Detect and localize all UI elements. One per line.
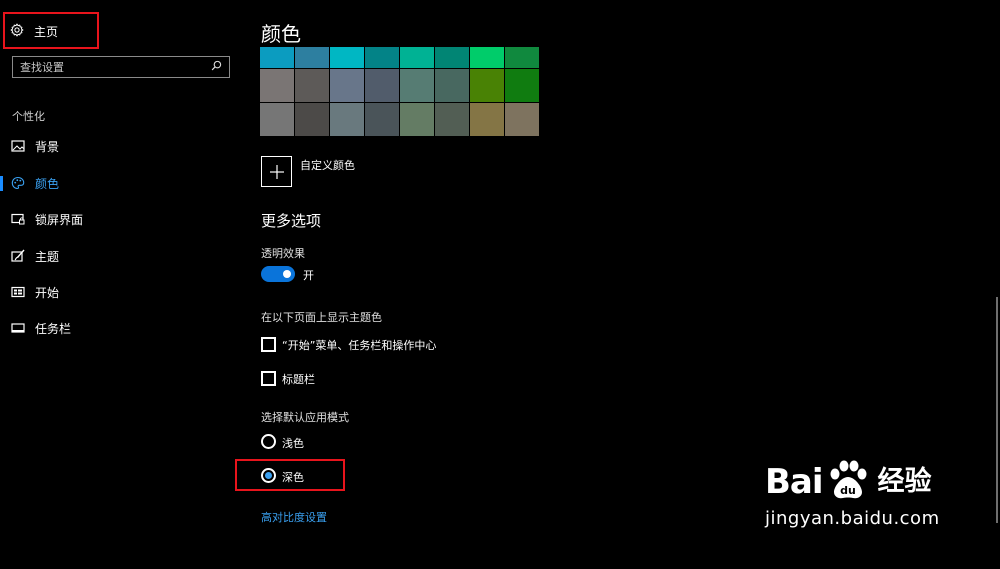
accent-surfaces-label: 在以下页面上显示主题色 — [261, 311, 382, 324]
color-swatch[interactable] — [330, 69, 364, 102]
plus-icon — [261, 156, 292, 187]
scrollbar[interactable] — [996, 297, 998, 523]
dark-mode-radio[interactable] — [261, 468, 276, 483]
toggle-knob — [283, 270, 291, 278]
start-icon — [11, 285, 25, 299]
transparency-toggle[interactable] — [261, 266, 295, 282]
sidebar-item-label: 任务栏 — [35, 321, 72, 336]
sidebar-item-colors[interactable]: 颜色 — [0, 172, 240, 194]
color-swatch[interactable] — [470, 103, 504, 136]
watermark-brand-left: Bai — [765, 462, 824, 502]
color-swatch[interactable] — [365, 69, 399, 102]
app-mode-label: 选择默认应用模式 — [261, 411, 349, 424]
palette-icon — [11, 176, 25, 190]
sidebar-item-label: 颜色 — [35, 176, 60, 191]
home-label: 主页 — [34, 24, 59, 39]
color-swatch[interactable] — [505, 69, 539, 102]
paw-logo-icon: du — [825, 458, 871, 502]
color-swatch[interactable] — [400, 103, 434, 136]
custom-color-button[interactable]: 自定义颜色 — [261, 156, 355, 187]
transparency-label: 透明效果 — [261, 247, 305, 260]
color-swatch[interactable] — [400, 69, 434, 102]
page-title: 颜色 — [261, 22, 301, 46]
color-swatch[interactable] — [295, 103, 329, 136]
sidebar-item-lock-screen[interactable]: 锁屏界面 — [0, 208, 240, 230]
search-input[interactable]: 查找设置 — [12, 56, 230, 78]
dark-mode-label: 深色 — [282, 471, 304, 484]
color-swatch[interactable] — [505, 47, 539, 68]
color-swatch[interactable] — [400, 47, 434, 68]
watermark-brand-cn: 经验 — [877, 466, 932, 497]
sidebar-item-themes[interactable]: 主题 — [0, 245, 240, 267]
search-icon[interactable] — [211, 60, 222, 74]
section-title: 个性化 — [12, 110, 45, 123]
light-mode-radio[interactable] — [261, 434, 276, 449]
color-swatch[interactable] — [505, 103, 539, 136]
color-swatch-grid — [260, 47, 542, 136]
transparency-state-label: 开 — [303, 269, 314, 282]
home-button[interactable]: 主页 — [10, 20, 58, 42]
sidebar-item-background[interactable]: 背景 — [0, 135, 240, 157]
svg-text:du: du — [840, 484, 856, 497]
sidebar-item-taskbar[interactable]: 任务栏 — [0, 317, 240, 339]
color-swatch[interactable] — [365, 103, 399, 136]
gear-icon — [10, 23, 24, 40]
color-swatch[interactable] — [260, 47, 294, 68]
custom-color-label: 自定义颜色 — [300, 159, 355, 172]
sidebar-item-label: 主题 — [35, 249, 60, 264]
light-mode-label: 浅色 — [282, 437, 304, 450]
search-placeholder: 查找设置 — [20, 61, 64, 74]
start-taskbar-checkbox-label: “开始”菜单、任务栏和操作中心 — [282, 339, 437, 352]
color-swatch[interactable] — [470, 47, 504, 68]
title-bar-checkbox[interactable] — [261, 371, 276, 386]
sidebar-item-label: 开始 — [35, 285, 60, 300]
baidu-watermark: Bai du 经验 jingyan.baidu.com — [765, 458, 955, 550]
color-swatch[interactable] — [435, 103, 469, 136]
lock-screen-icon — [11, 212, 25, 226]
color-swatch[interactable] — [295, 69, 329, 102]
active-indicator — [0, 176, 3, 191]
color-swatch[interactable] — [330, 47, 364, 68]
start-taskbar-checkbox[interactable] — [261, 337, 276, 352]
color-swatch[interactable] — [260, 103, 294, 136]
color-swatch[interactable] — [260, 69, 294, 102]
sidebar-item-label: 背景 — [35, 139, 60, 154]
sidebar-item-start[interactable]: 开始 — [0, 281, 240, 303]
picture-icon — [11, 139, 25, 153]
taskbar-icon — [11, 321, 25, 335]
brush-icon — [11, 249, 25, 263]
sidebar-item-label: 锁屏界面 — [35, 212, 84, 227]
watermark-url: jingyan.baidu.com — [765, 508, 940, 529]
color-swatch[interactable] — [365, 47, 399, 68]
title-bar-checkbox-label: 标题栏 — [282, 373, 315, 386]
color-swatch[interactable] — [295, 47, 329, 68]
color-swatch[interactable] — [435, 69, 469, 102]
more-options-heading: 更多选项 — [261, 212, 322, 230]
high-contrast-link[interactable]: 高对比度设置 — [261, 509, 327, 525]
color-swatch[interactable] — [435, 47, 469, 68]
color-swatch[interactable] — [470, 69, 504, 102]
color-swatch[interactable] — [330, 103, 364, 136]
